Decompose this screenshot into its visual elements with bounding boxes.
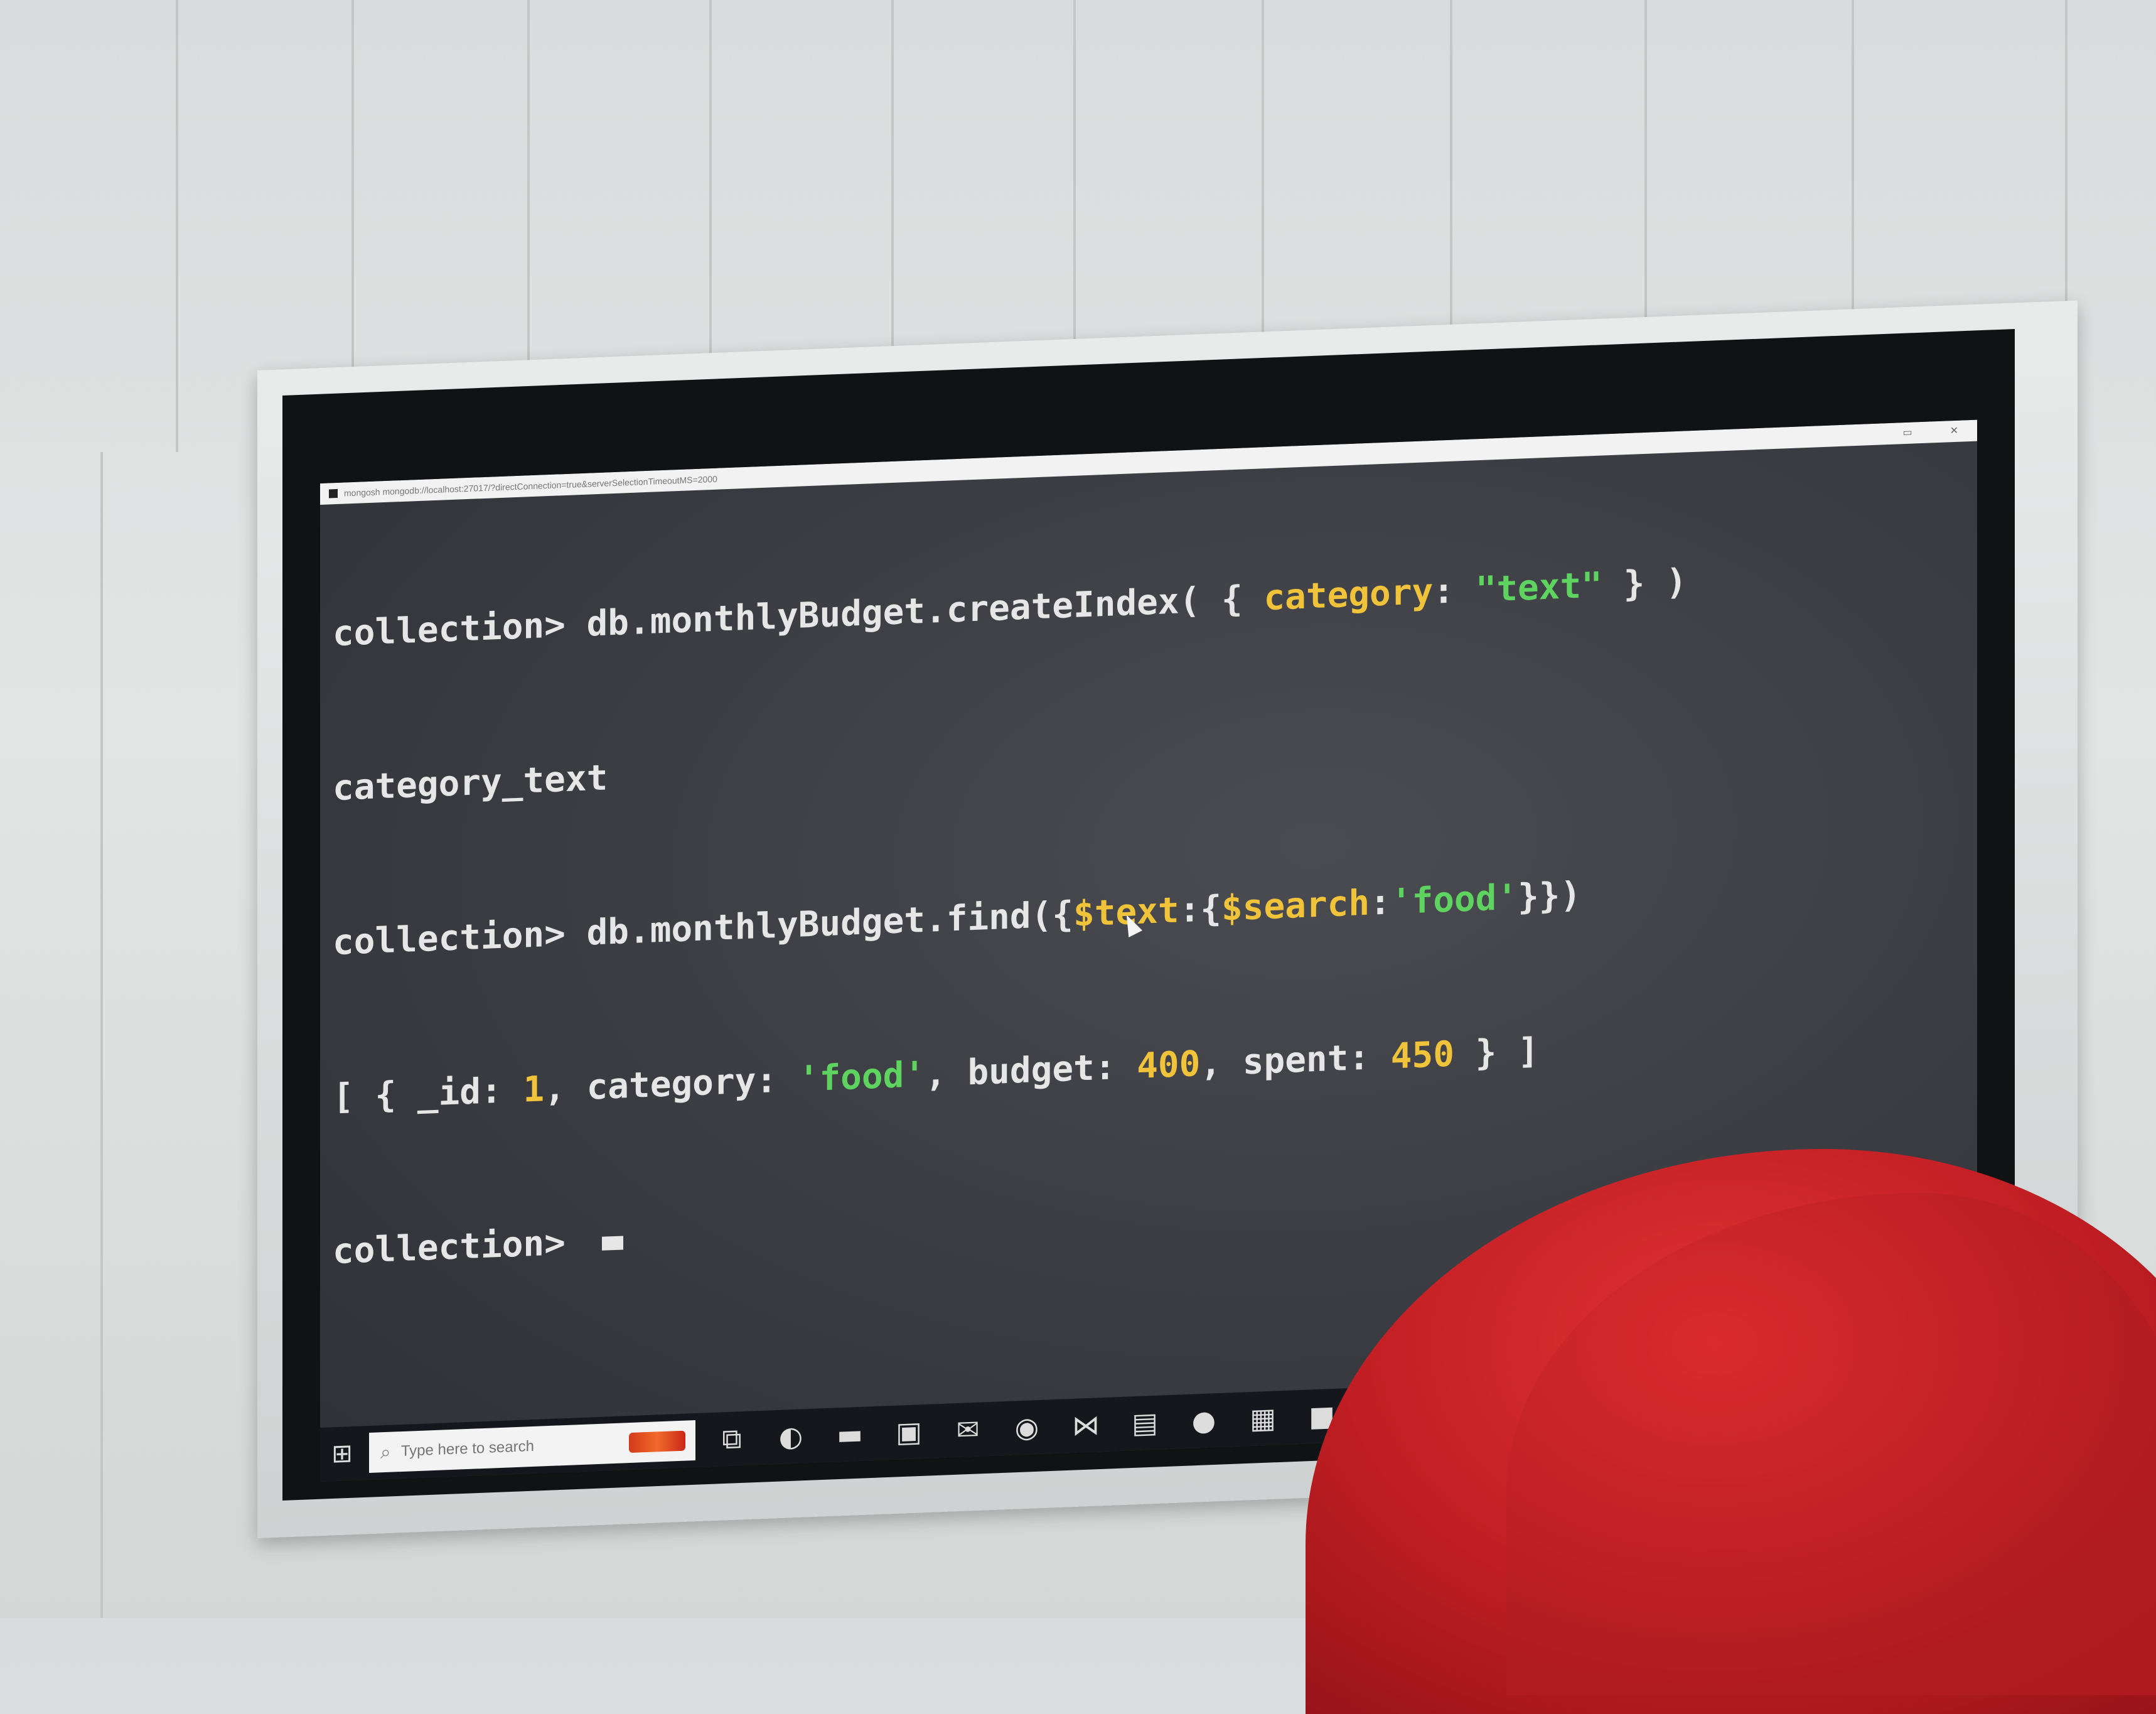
shell-prompt: collection> — [333, 1221, 587, 1273]
result-budget: 400 — [1137, 1043, 1201, 1087]
file-explorer-icon[interactable]: ▬ — [827, 1411, 872, 1458]
terminal-line: category_text — [333, 700, 1965, 814]
terminal-line: collection> db.monthlyBudget.find({$text… — [333, 854, 1965, 969]
task-view-icon[interactable]: ⧉ — [709, 1415, 754, 1462]
app-circle-icon[interactable]: ● — [1181, 1398, 1226, 1445]
result-text: , budget: — [925, 1046, 1137, 1095]
index-value: "text" — [1475, 564, 1602, 611]
command-text: :{ — [1179, 888, 1222, 931]
shell-prompt: collection> — [333, 912, 587, 964]
command-text: } ) — [1602, 561, 1687, 606]
notepad-icon[interactable]: ▤ — [1122, 1399, 1167, 1447]
command-text: db.monthlyBudget.createIndex( { — [586, 578, 1264, 645]
result-category: 'food' — [798, 1054, 926, 1100]
terminal-line: collection> db.monthlyBudget.createIndex… — [333, 546, 1965, 660]
wall-panel-line — [100, 452, 103, 1618]
window-controls: ▭ ✕ — [1902, 424, 1958, 439]
command-text: : — [1433, 569, 1476, 612]
result-text: , category: — [544, 1059, 798, 1110]
command-text: : — [1370, 881, 1391, 924]
command-output: category_text — [333, 757, 608, 809]
search-input[interactable] — [399, 1434, 603, 1462]
result-text: [ { _id: — [333, 1069, 523, 1118]
chrome-icon[interactable]: ◉ — [1004, 1404, 1049, 1451]
index-key: category — [1263, 571, 1434, 619]
result-spent: 450 — [1390, 1033, 1454, 1077]
close-button[interactable]: ✕ — [1950, 424, 1958, 438]
store-icon[interactable]: ▣ — [886, 1409, 931, 1456]
mail-icon[interactable]: ✉ — [945, 1406, 990, 1453]
result-text: , spent: — [1200, 1036, 1391, 1085]
search-value: 'food' — [1390, 876, 1518, 923]
search-operator: $search — [1221, 882, 1370, 929]
command-text: }}) — [1518, 874, 1582, 918]
taskbar-search[interactable]: ⌕ — [369, 1420, 695, 1474]
result-text: } ] — [1454, 1030, 1539, 1075]
edge-icon[interactable]: ◐ — [768, 1413, 813, 1460]
result-id: 1 — [523, 1069, 545, 1111]
command-text: db.monthlyBudget.find({ — [586, 893, 1074, 954]
photos-icon[interactable]: ▦ — [1240, 1395, 1285, 1442]
search-highlight-image — [629, 1430, 685, 1453]
search-icon: ⌕ — [380, 1441, 391, 1463]
text-cursor — [601, 1236, 623, 1251]
shell-prompt: collection> — [333, 603, 587, 655]
start-button[interactable]: ⊞ — [320, 1426, 364, 1482]
wall-panel-line — [176, 0, 178, 452]
maximize-button[interactable]: ▭ — [1902, 426, 1912, 439]
terminal-line: [ { _id: 1, category: 'food', budget: 40… — [333, 1009, 1965, 1123]
terminal-app-icon — [329, 488, 338, 499]
vscode-icon[interactable]: ⋈ — [1063, 1402, 1108, 1449]
